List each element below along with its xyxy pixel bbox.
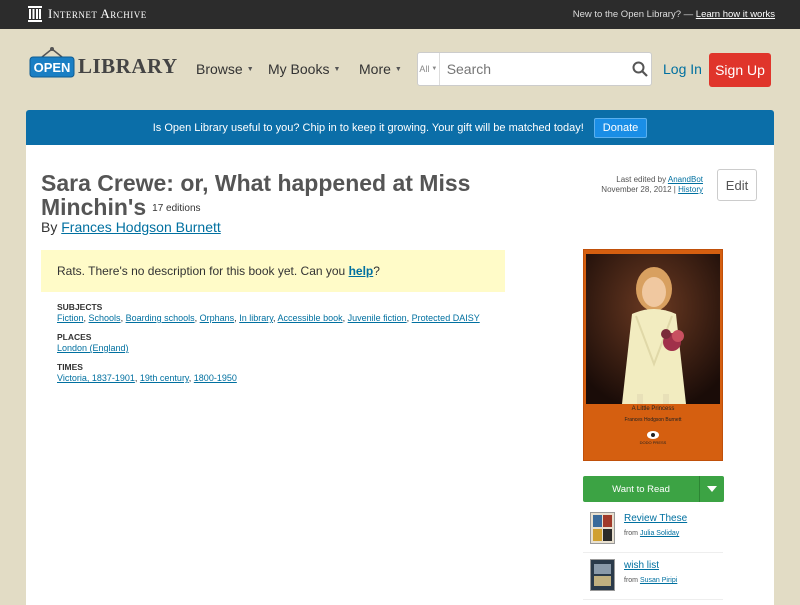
site-header: OPEN LIBRARY Browse ▼ My Books ▼ More ▼ … [0, 29, 800, 109]
nav-my-books-label: My Books [268, 61, 330, 77]
last-edited-user-link[interactable]: AnandBot [668, 175, 703, 184]
want-to-read-label: Want to Read [612, 483, 670, 495]
list-thumbnail-art [591, 560, 614, 590]
search-button[interactable] [630, 61, 651, 77]
list-from-label: from [624, 577, 638, 584]
logo-open-text: OPEN [34, 60, 71, 75]
caret-down-icon: ▼ [431, 66, 438, 72]
caret-down-icon [707, 486, 717, 492]
list-owner-link[interactable]: Julia Soliday [640, 530, 679, 537]
subject-link[interactable]: Schools [89, 313, 121, 323]
time-link[interactable]: 19th century [140, 373, 189, 383]
caret-down-icon: ▼ [394, 65, 402, 73]
byline-prefix: By [41, 219, 58, 235]
subjects-section: SUBJECTS Fiction, Schools, Boarding scho… [57, 302, 517, 324]
book-title-text: Sara Crewe: or, What happened at Miss Mi… [41, 170, 471, 220]
list-owner: from Susan Piripi [624, 577, 677, 584]
edit-button[interactable]: Edit [717, 169, 757, 201]
subject-link[interactable]: Boarding schools [126, 313, 195, 323]
open-library-logo[interactable]: OPEN LIBRARY [28, 47, 178, 81]
learn-how-link[interactable]: Learn how it works [696, 9, 775, 20]
book-title: Sara Crewe: or, What happened at Miss Mi… [41, 171, 521, 221]
last-edited-info: Last edited by AnandBot November 28, 201… [601, 175, 703, 195]
list-name-link[interactable]: wish list [624, 560, 659, 571]
nav-browse-label: Browse [196, 61, 243, 77]
list-thumbnail-art [591, 513, 614, 543]
search-icon [632, 61, 649, 77]
list-owner-link[interactable]: Susan Piripi [640, 577, 677, 584]
nav-browse[interactable]: Browse ▼ [196, 61, 254, 77]
nav-more-label: More [359, 61, 391, 77]
subject-link[interactable]: Fiction [57, 313, 84, 323]
subject-link[interactable]: Juvenile fiction [348, 313, 407, 323]
list-from-label: from [624, 530, 638, 537]
list-item[interactable]: Review These from Julia Soliday [583, 508, 723, 553]
open-sign-icon: OPEN [29, 47, 75, 78]
temple-icon [28, 6, 42, 22]
editions-count[interactable]: 17 editions [152, 203, 200, 214]
search-bar: All ▼ [417, 52, 652, 86]
cover-girl-illustration [586, 254, 720, 404]
description-text: Rats. There's no description for this bo… [57, 264, 346, 278]
cover-author: Frances Hodgson Burnett [624, 417, 682, 423]
internet-archive-bar: Internet Archive New to the Open Library… [0, 0, 800, 29]
new-user-prompt: New to the Open Library? — Learn how it … [573, 9, 775, 20]
publisher-logo-icon [647, 431, 659, 439]
search-scope-select[interactable]: All ▼ [418, 53, 440, 85]
author-link[interactable]: Frances Hodgson Burnett [61, 219, 221, 235]
cover-caption: A Little Princess [631, 406, 675, 412]
login-link[interactable]: Log In [663, 61, 702, 77]
time-link[interactable]: 1800-1950 [194, 373, 237, 383]
subjects-heading: SUBJECTS [57, 302, 103, 312]
caret-down-icon: ▼ [246, 65, 254, 73]
donate-banner-text: Is Open Library useful to you? Chip in t… [152, 121, 584, 134]
want-to-read-dropdown[interactable] [699, 476, 724, 502]
description-box: Rats. There's no description for this bo… [41, 250, 505, 292]
history-link[interactable]: History [678, 185, 703, 194]
time-link[interactable]: Victoria, 1837-1901 [57, 373, 135, 383]
caret-down-icon: ▼ [333, 65, 341, 73]
want-to-read-button[interactable]: Want to Read [583, 476, 724, 502]
logo-library-text: LIBRARY [78, 53, 178, 78]
cover-illustration [586, 254, 720, 404]
subject-link[interactable]: Protected DAISY [412, 313, 480, 323]
list-owner: from Julia Soliday [624, 530, 679, 537]
subject-link[interactable]: Orphans [200, 313, 235, 323]
donate-banner: Is Open Library useful to you? Chip in t… [26, 110, 774, 145]
donate-button[interactable]: Donate [593, 117, 648, 138]
last-edited-date: November 28, 2012 | [601, 185, 676, 194]
internet-archive-logo[interactable]: Internet Archive [28, 6, 147, 22]
book-byline: By Frances Hodgson Burnett [41, 219, 221, 235]
signup-button[interactable]: Sign Up [709, 53, 771, 87]
places-heading: PLACES [57, 332, 92, 342]
subject-link[interactable]: In library [239, 313, 273, 323]
subject-link[interactable]: Accessible book [278, 313, 343, 323]
internet-archive-label: Internet Archive [48, 6, 147, 21]
nav-my-books[interactable]: My Books ▼ [268, 61, 340, 77]
help-link[interactable]: help [349, 264, 374, 278]
cover-publisher: DODO PRESS [639, 440, 667, 445]
subjects-list: Fiction, Schools, Boarding schools, Orph… [57, 313, 480, 323]
search-input[interactable] [439, 60, 630, 78]
last-edited-prefix: Last edited by [616, 175, 667, 184]
list-thumbnail [590, 559, 615, 591]
list-thumbnail [590, 512, 615, 544]
list-name-link[interactable]: Review These [624, 513, 687, 524]
new-user-text: New to the Open Library? — [572, 9, 694, 20]
book-page-card: Sara Crewe: or, What happened at Miss Mi… [26, 145, 774, 605]
search-scope-label: All [419, 64, 430, 74]
place-link[interactable]: London (England) [57, 343, 129, 353]
list-item[interactable]: wish list from Susan Piripi [583, 555, 723, 600]
times-heading: TIMES [57, 362, 83, 372]
description-suffix: ? [373, 264, 380, 278]
book-cover[interactable]: A Little Princess Frances Hodgson Burnet… [583, 249, 723, 461]
nav-more[interactable]: More ▼ [359, 61, 402, 77]
places-section: PLACES London (England) [57, 332, 517, 354]
times-section: TIMES Victoria, 1837-1901, 19th century,… [57, 362, 517, 384]
